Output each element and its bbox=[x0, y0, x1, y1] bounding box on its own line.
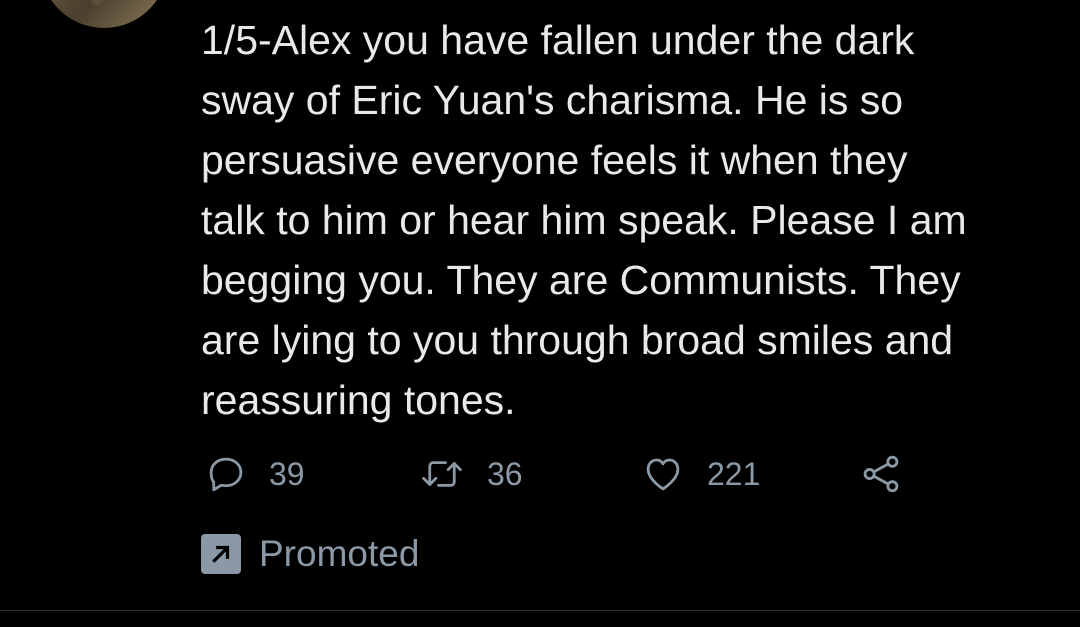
promoted-label[interactable]: Promoted bbox=[201, 530, 419, 578]
tweet-text-line: reassuring tones. bbox=[201, 377, 516, 423]
retweet-count: 36 bbox=[487, 455, 523, 492]
reply-icon bbox=[205, 453, 247, 495]
tweet-text: 1/5-Alex you have fallen under the dark … bbox=[201, 10, 1061, 430]
retweet-icon bbox=[419, 453, 465, 495]
tweet-text-line: are lying to you through broad smiles an… bbox=[201, 317, 954, 363]
retweet-button[interactable]: 36 bbox=[419, 448, 523, 500]
like-button[interactable]: 221 bbox=[641, 448, 760, 500]
divider bbox=[0, 610, 1080, 611]
promoted-text: Promoted bbox=[259, 533, 420, 574]
tweet-text-line: sway of Eric Yuan's charisma. He is so bbox=[201, 77, 904, 123]
tweet-text-line: 1/5-Alex you have fallen under the dark bbox=[201, 17, 915, 63]
tweet-text-line: begging you. They are Communists. They bbox=[201, 257, 961, 303]
heart-icon bbox=[641, 453, 685, 495]
share-icon bbox=[859, 453, 903, 495]
tweet-text-line: talk to him or hear him speak. Please I … bbox=[201, 197, 967, 243]
tweet-text-line: persuasive everyone feels it when they bbox=[201, 137, 908, 183]
reply-button[interactable]: 39 bbox=[205, 448, 305, 500]
tweet-actions: 39 36 221 bbox=[201, 448, 961, 500]
share-button[interactable] bbox=[859, 448, 903, 500]
avatar[interactable] bbox=[40, 0, 168, 28]
reply-count: 39 bbox=[269, 455, 305, 492]
promoted-arrow-icon bbox=[201, 534, 241, 574]
like-count: 221 bbox=[707, 455, 761, 492]
